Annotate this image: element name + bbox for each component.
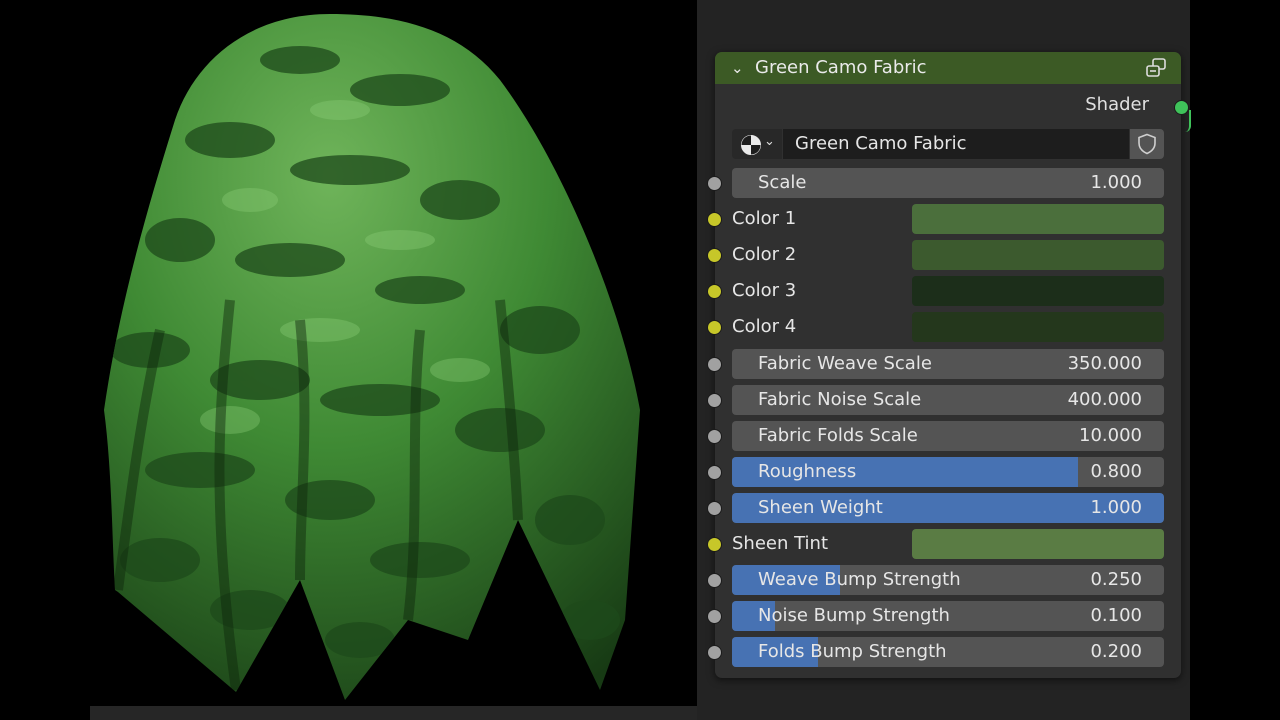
group-node-green-camo-fabric[interactable]: ⌄ Green Camo Fabric Shader ⌄ Green Camo … [707,52,1191,678]
input-row-sheen-weight: Sheen Weight 1.000 [707,493,1181,523]
color-label: Color 3 [732,280,797,301]
field-label: Folds Bump Strength [758,641,947,662]
field-label: Scale [758,172,807,193]
input-socket-sheen-tint[interactable] [707,537,722,552]
input-socket-weave-bump-strength[interactable] [707,573,722,588]
color-4-swatch[interactable] [912,312,1164,342]
fabric-weave-scale-field[interactable]: Fabric Weave Scale 350.000 [732,349,1164,379]
field-value: 400.000 [1067,389,1142,410]
folds-bump-strength-slider[interactable]: Folds Bump Strength 0.200 [732,637,1164,667]
input-row-color-1: Color 1 [707,204,1181,234]
browse-node-group-button[interactable]: ⌄ [732,129,782,159]
node-group-icon[interactable] [1145,58,1167,78]
field-value: 1.000 [1090,497,1142,518]
input-socket-sheen-weight[interactable] [707,501,722,516]
input-row-color-2: Color 2 [707,240,1181,270]
input-socket-noise-bump-strength[interactable] [707,609,722,624]
shield-icon [1138,133,1156,155]
node-link [1183,110,1191,132]
input-row-noise-bump-strength: Noise Bump Strength 0.100 [707,601,1181,631]
field-value: 10.000 [1079,425,1142,446]
input-socket-color-3[interactable] [707,284,722,299]
field-label: Weave Bump Strength [758,569,961,590]
field-value: 1.000 [1090,172,1142,193]
input-row-sheen-tint: Sheen Tint [707,529,1181,559]
right-margin [1190,0,1280,720]
color-2-swatch[interactable] [912,240,1164,270]
input-row-weave-bump-strength: Weave Bump Strength 0.250 [707,565,1181,595]
color-3-swatch[interactable] [912,276,1164,306]
noise-bump-strength-slider[interactable]: Noise Bump Strength 0.100 [732,601,1164,631]
draped-fabric-preview [104,14,640,700]
input-socket-color-1[interactable] [707,212,722,227]
input-row-folds-bump-strength: Folds Bump Strength 0.200 [707,637,1181,667]
input-socket-fabric-noise-scale[interactable] [707,393,722,408]
roughness-slider[interactable]: Roughness 0.800 [732,457,1164,487]
input-row-scale: Scale 1.000 [707,168,1181,198]
input-row-roughness: Roughness 0.800 [707,457,1181,487]
color-label: Sheen Tint [732,533,829,554]
field-value: 0.800 [1090,461,1142,482]
field-value: 0.200 [1090,641,1142,662]
scale-field[interactable]: Scale 1.000 [732,168,1164,198]
sheen-tint-swatch[interactable] [912,529,1164,559]
chevron-down-icon: ⌄ [764,134,775,149]
fabric-noise-scale-field[interactable]: Fabric Noise Scale 400.000 [732,385,1164,415]
field-value: 350.000 [1067,353,1142,374]
input-row-fabric-noise-scale: Fabric Noise Scale 400.000 [707,385,1181,415]
sheen-weight-slider[interactable]: Sheen Weight 1.000 [732,493,1164,523]
input-row-fabric-folds-scale: Fabric Folds Scale 10.000 [707,421,1181,451]
material-preview-render [0,0,697,706]
fabric-folds-scale-field[interactable]: Fabric Folds Scale 10.000 [732,421,1164,451]
node-group-name-field[interactable]: Green Camo Fabric [783,129,1129,159]
color-label: Color 1 [732,208,797,229]
field-label: Roughness [758,461,857,482]
chevron-down-icon[interactable]: ⌄ [731,52,744,84]
field-label: Fabric Weave Scale [758,353,932,374]
node-group-datablock-selector[interactable]: ⌄ Green Camo Fabric [732,129,1164,159]
color-1-swatch[interactable] [912,204,1164,234]
viewport-status-strip [90,706,697,720]
input-row-fabric-weave-scale: Fabric Weave Scale 350.000 [707,349,1181,379]
input-socket-scale[interactable] [707,176,722,191]
output-label-shader: Shader [1085,94,1149,115]
field-label: Fabric Noise Scale [758,389,922,410]
field-value: 0.250 [1090,569,1142,590]
field-label: Noise Bump Strength [758,605,950,626]
input-row-color-3: Color 3 [707,276,1181,306]
weave-bump-strength-slider[interactable]: Weave Bump Strength 0.250 [732,565,1164,595]
input-socket-color-4[interactable] [707,320,722,335]
color-label: Color 2 [732,244,797,265]
input-row-color-4: Color 4 [707,312,1181,342]
fake-user-button[interactable] [1130,129,1164,159]
input-socket-folds-bump-strength[interactable] [707,645,722,660]
input-socket-fabric-folds-scale[interactable] [707,429,722,444]
field-label: Sheen Weight [758,497,883,518]
input-socket-color-2[interactable] [707,248,722,263]
node-header[interactable]: ⌄ Green Camo Fabric [715,52,1181,84]
field-label: Fabric Folds Scale [758,425,918,446]
material-sphere-icon [741,135,761,155]
node-title: Green Camo Fabric [755,57,927,78]
input-socket-roughness[interactable] [707,465,722,480]
input-socket-fabric-weave-scale[interactable] [707,357,722,372]
color-label: Color 4 [732,316,797,337]
field-value: 0.100 [1090,605,1142,626]
